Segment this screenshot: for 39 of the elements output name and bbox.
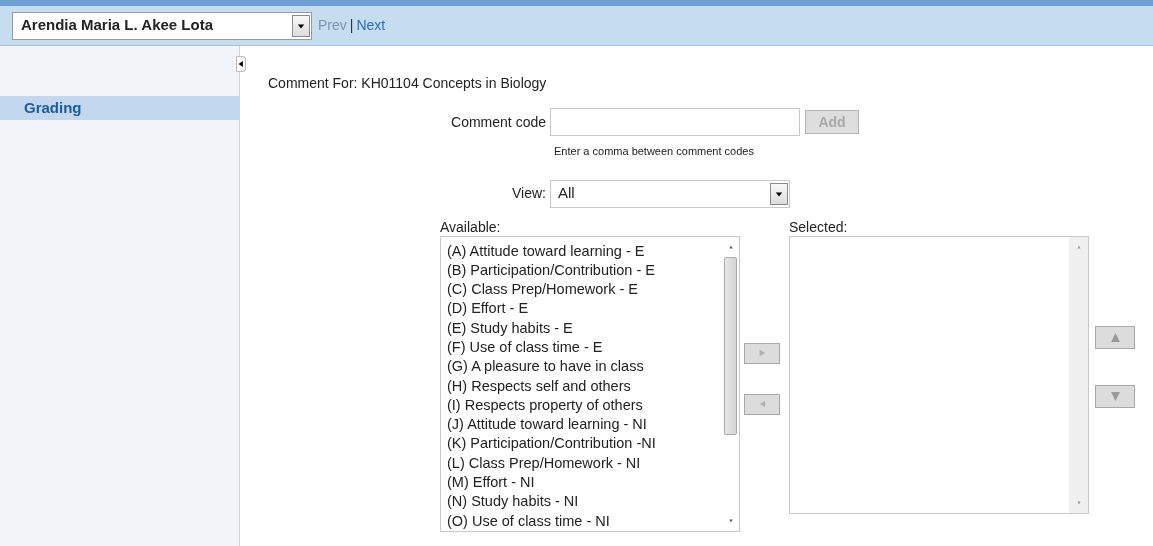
list-option[interactable]: (L) Class Prep/Homework - NI xyxy=(447,453,722,474)
selected-label: Selected: xyxy=(789,218,849,235)
scroll-down-icon xyxy=(1075,500,1082,505)
comment-code-label: Comment code xyxy=(450,112,547,132)
scroll-up-icon xyxy=(727,244,734,249)
list-option[interactable]: (M) Effort - NI xyxy=(447,473,722,493)
comment-title: Comment For: KH01104 Concepts in Biology xyxy=(268,74,548,93)
list-option[interactable]: (H) Respects self and others xyxy=(447,376,722,396)
comment-code-hint: Enter a comma between comment codes xyxy=(554,144,755,159)
scroll-up-icon xyxy=(1075,244,1082,249)
scrollbar[interactable] xyxy=(1069,236,1088,513)
list-option[interactable]: (J) Attitude toward learning - NI xyxy=(447,415,722,435)
view-label: View: xyxy=(511,184,547,203)
list-option[interactable]: (G) A pleasure to have in class xyxy=(447,357,722,377)
collapse-arrow-icon xyxy=(238,60,244,68)
list-option[interactable]: (I) Respects property of others xyxy=(447,395,722,416)
list-option[interactable]: (K) Participation/Contribution -NI xyxy=(447,434,722,454)
list-option[interactable]: (A) Attitude toward learning - E xyxy=(447,241,722,261)
nav-separator: | xyxy=(349,16,354,35)
sidebar-item[interactable]: Grading xyxy=(0,96,239,120)
list-option[interactable]: (E) Study habits - E xyxy=(447,318,722,338)
available-label: Available: xyxy=(440,218,502,235)
comment-code-field[interactable] xyxy=(550,108,800,136)
next-link[interactable]: Next xyxy=(356,15,386,36)
list-option[interactable]: (N) Study habits - NI xyxy=(447,492,722,512)
list-option[interactable]: (F) Use of class time - E xyxy=(447,338,722,358)
collapse-sidebar-button[interactable] xyxy=(236,56,246,72)
left-arrow-icon xyxy=(757,400,766,408)
scroll-down-icon xyxy=(727,518,734,523)
up-arrow-icon xyxy=(1109,331,1121,343)
student-select[interactable]: Arendia Maria L. Akee Lota xyxy=(12,11,312,40)
right-arrow-icon xyxy=(757,349,766,357)
available-list[interactable] xyxy=(440,235,740,532)
list-option[interactable]: (O) Use of class time - NI xyxy=(447,511,722,531)
list-option[interactable]: (D) Effort - E xyxy=(447,299,722,319)
list-option[interactable]: (C) Class Prep/Homework - E xyxy=(447,280,722,300)
down-arrow-icon xyxy=(1109,390,1121,402)
list-option[interactable]: (B) Participation/Contribution - E xyxy=(447,260,722,281)
view-select[interactable]: All xyxy=(550,179,790,208)
